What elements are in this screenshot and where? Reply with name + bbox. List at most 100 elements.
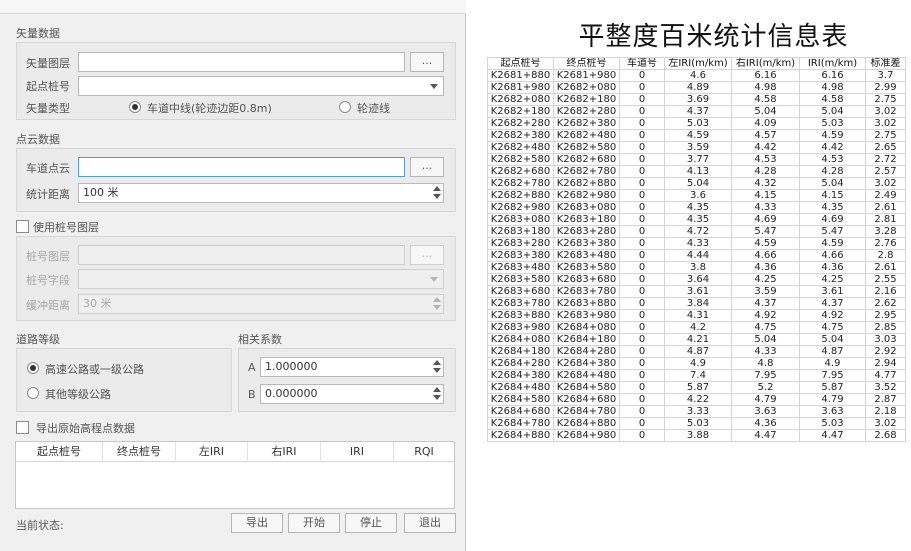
- cell-right-iri: 7.95: [731, 369, 800, 382]
- cell-end-pile: K2684+280: [553, 345, 620, 358]
- cell-lane: 0: [619, 369, 665, 382]
- table-row: K2684+380 K2684+480 0 7.4 7.95 7.95 4.77: [487, 369, 906, 382]
- cell-std: 3.02: [865, 105, 906, 118]
- vector-layer-browse-button[interactable]: ...: [410, 52, 444, 72]
- cell-right-iri: 4.15: [731, 189, 800, 202]
- cell-end-pile: K2683+080: [553, 201, 620, 214]
- use-pile-layer-checkbox[interactable]: [16, 220, 29, 233]
- cell-iri: 4.25: [799, 273, 866, 286]
- table-row: K2682+680 K2682+780 0 4.13 4.28 4.28 2.57: [487, 165, 906, 178]
- cell-std: 2.92: [865, 345, 906, 358]
- export-raw-checkbox[interactable]: [16, 421, 29, 434]
- list-col-rqi[interactable]: RQI: [394, 442, 454, 462]
- cell-end-pile: K2683+680: [553, 273, 620, 286]
- list-col-left-iri[interactable]: 左IRI: [176, 442, 248, 462]
- cell-iri: 4.42: [799, 141, 866, 154]
- cloud-section-title: 点云数据: [16, 133, 60, 146]
- list-col-iri[interactable]: IRI: [321, 442, 394, 462]
- cell-left-iri: 3.77: [664, 153, 732, 166]
- list-col-end-pile[interactable]: 终点桩号: [103, 442, 176, 462]
- stat-distance-spinbox[interactable]: 100 米: [78, 183, 444, 203]
- radio-center-line-label: 车道中线(轮迹边距0.8m): [147, 102, 272, 115]
- radio-highway[interactable]: [27, 362, 39, 374]
- cell-right-iri: 4.58: [731, 93, 800, 106]
- radio-other-grade[interactable]: [27, 387, 39, 399]
- dialog-top-strip: [0, 0, 466, 14]
- start-pile-combo[interactable]: [78, 76, 444, 96]
- vector-layer-input[interactable]: [78, 52, 405, 72]
- cell-lane: 0: [619, 429, 665, 442]
- spin-arrows-icon[interactable]: [432, 359, 442, 375]
- cell-iri: 4.92: [799, 309, 866, 322]
- cell-end-pile: K2682+480: [553, 129, 620, 142]
- cell-left-iri: 3.8: [664, 261, 732, 274]
- cell-right-iri: 4.42: [731, 141, 800, 154]
- cell-left-iri: 3.6: [664, 189, 732, 202]
- buffer-distance-spinbox[interactable]: 30 米: [78, 294, 444, 314]
- cell-start-pile: K2684+580: [487, 393, 554, 406]
- spin-arrows-icon[interactable]: [432, 296, 442, 312]
- radio-wheel-track[interactable]: [339, 101, 351, 113]
- cell-lane: 0: [619, 189, 665, 202]
- cell-start-pile: K2684+180: [487, 345, 554, 358]
- spin-arrows-icon[interactable]: [432, 386, 442, 402]
- cell-std: 2.8: [865, 249, 906, 262]
- export-raw-label: 导出原始高程点数据: [36, 422, 135, 435]
- cell-std: 3.02: [865, 417, 906, 430]
- cell-left-iri: 4.59: [664, 129, 732, 142]
- cell-end-pile: K2684+180: [553, 333, 620, 346]
- pile-layer-browse-button[interactable]: ...: [410, 245, 444, 265]
- cell-iri: 4.47: [799, 429, 866, 442]
- cell-start-pile: K2682+980: [487, 201, 554, 214]
- table-row: K2684+580 K2684+680 0 4.22 4.79 4.79 2.87: [487, 393, 906, 406]
- cell-start-pile: K2682+780: [487, 177, 554, 190]
- exit-button[interactable]: 退出: [404, 513, 456, 533]
- result-list[interactable]: 起点桩号 终点桩号 左IRI 右IRI IRI RQI: [15, 441, 455, 509]
- cell-std: 2.94: [865, 357, 906, 370]
- table-row: K2683+480 K2683+580 0 3.8 4.36 4.36 2.61: [487, 261, 906, 274]
- table-row: K2684+480 K2684+580 0 5.87 5.2 5.87 3.52: [487, 381, 906, 394]
- cell-lane: 0: [619, 129, 665, 142]
- vector-layer-label: 矢量图层: [26, 57, 70, 70]
- lane-cloud-browse-button[interactable]: ...: [410, 157, 444, 177]
- cell-right-iri: 4.36: [731, 261, 800, 274]
- coef-b-spinbox[interactable]: 0.000000: [260, 384, 444, 404]
- radio-center-line[interactable]: [129, 101, 141, 113]
- table-row: K2683+080 K2683+180 0 4.35 4.69 4.69 2.81: [487, 213, 906, 226]
- cell-iri: 5.47: [799, 225, 866, 238]
- cell-start-pile: K2682+880: [487, 189, 554, 202]
- cell-iri: 4.59: [799, 129, 866, 142]
- pile-layer-input[interactable]: [78, 245, 405, 265]
- list-col-start-pile[interactable]: 起点桩号: [16, 442, 103, 462]
- cell-end-pile: K2683+380: [553, 237, 620, 250]
- cell-right-iri: 4.25: [731, 273, 800, 286]
- cell-left-iri: 7.4: [664, 369, 732, 382]
- spin-arrows-icon[interactable]: [432, 185, 442, 201]
- cell-start-pile: K2682+280: [487, 117, 554, 130]
- lane-cloud-input[interactable]: [78, 157, 405, 177]
- cell-left-iri: 4.35: [664, 213, 732, 226]
- start-pile-label: 起点桩号: [26, 80, 70, 93]
- cell-iri: 6.16: [799, 69, 866, 82]
- list-col-right-iri[interactable]: 右IRI: [248, 442, 321, 462]
- cell-start-pile: K2683+880: [487, 309, 554, 322]
- cell-end-pile: K2682+080: [553, 81, 620, 94]
- cell-end-pile: K2682+680: [553, 153, 620, 166]
- cell-start-pile: K2681+980: [487, 81, 554, 94]
- pile-field-combo[interactable]: [78, 269, 444, 289]
- start-button[interactable]: 开始: [288, 513, 340, 533]
- cell-left-iri: 4.87: [664, 345, 732, 358]
- cell-start-pile: K2683+580: [487, 273, 554, 286]
- cell-right-iri: 4.36: [731, 417, 800, 430]
- stop-button[interactable]: 停止: [345, 513, 397, 533]
- cell-right-iri: 4.09: [731, 117, 800, 130]
- cell-start-pile: K2684+480: [487, 381, 554, 394]
- stat-distance-value: 100 米: [83, 186, 119, 199]
- export-button[interactable]: 导出: [231, 513, 283, 533]
- cell-lane: 0: [619, 297, 665, 310]
- cell-iri: 4.15: [799, 189, 866, 202]
- table-row: K2683+380 K2683+480 0 4.44 4.66 4.66 2.8: [487, 249, 906, 262]
- cell-lane: 0: [619, 201, 665, 214]
- cell-iri: 5.87: [799, 381, 866, 394]
- coef-a-spinbox[interactable]: 1.000000: [260, 357, 444, 377]
